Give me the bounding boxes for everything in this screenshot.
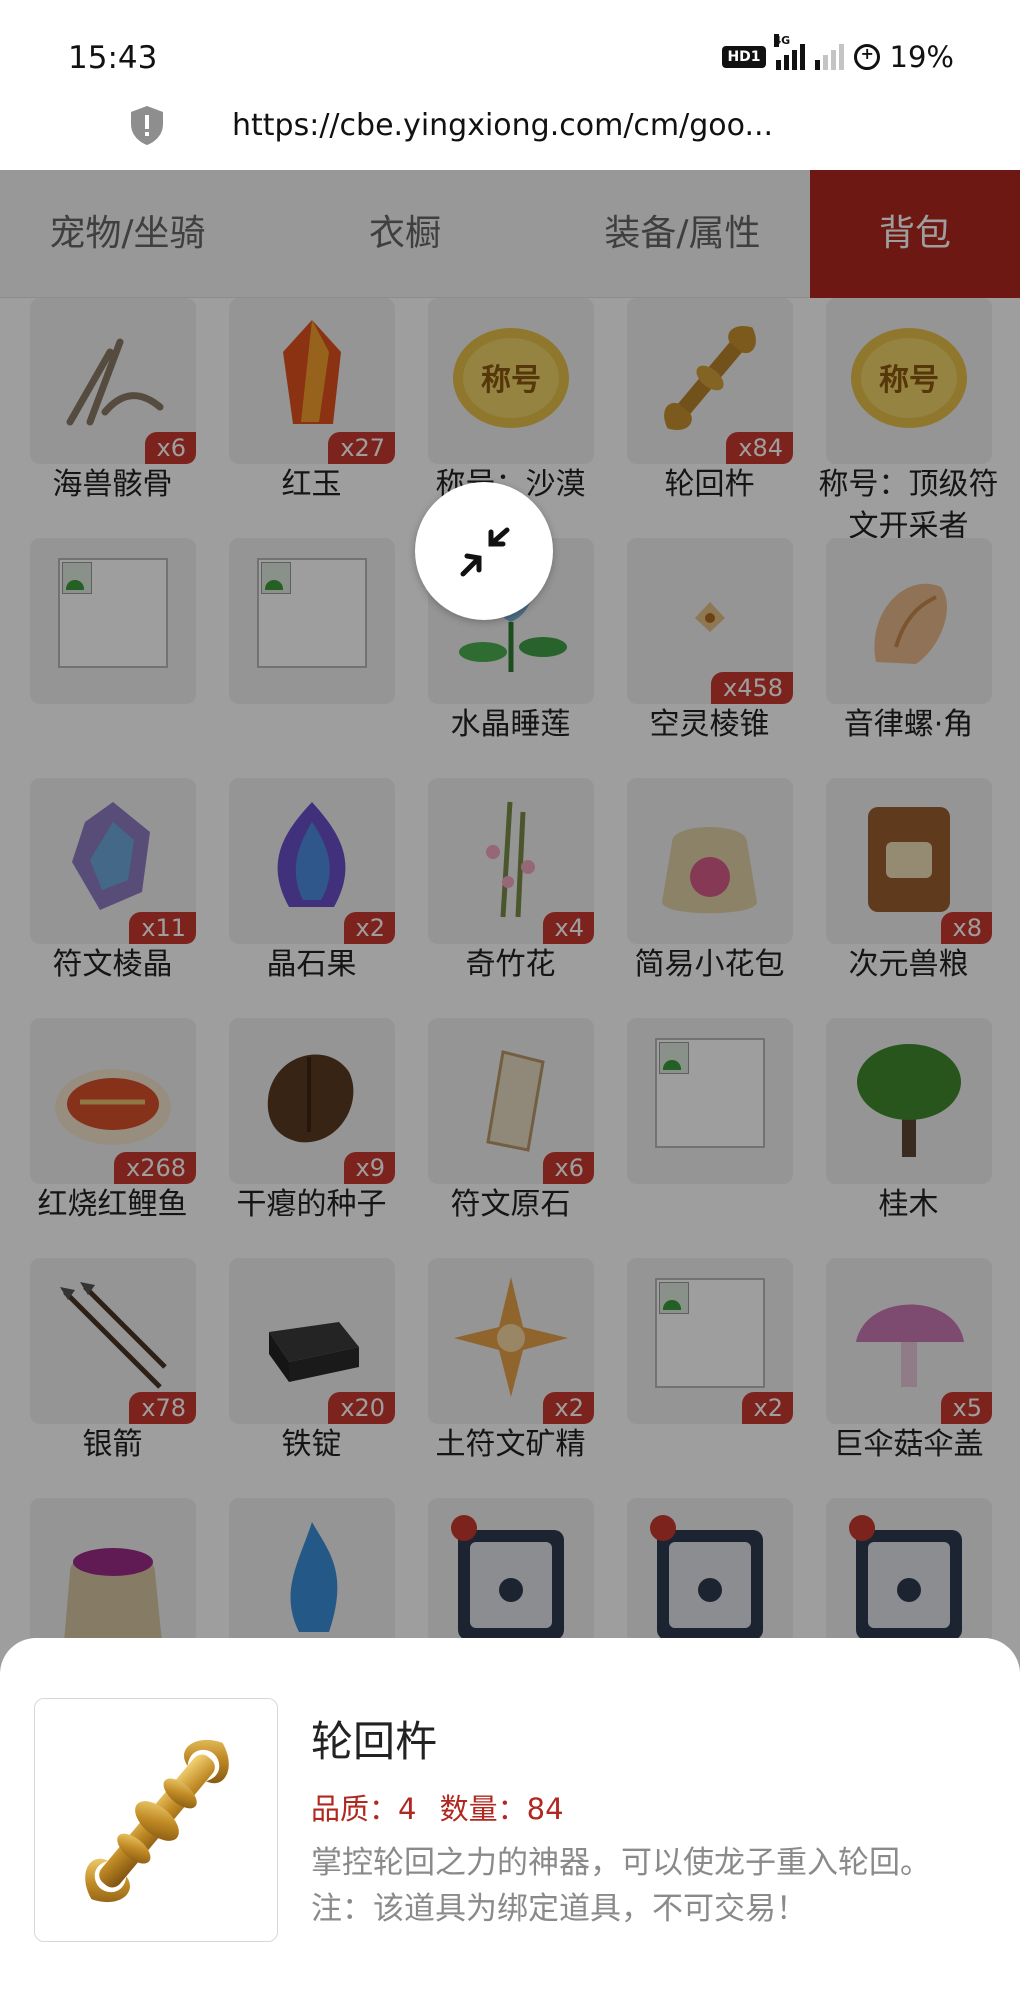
collapse-arrows-icon [460, 527, 510, 577]
golden-vajra-icon [85, 1739, 229, 1903]
item-quantity: 数量：84 [439, 1792, 564, 1826]
item-detail-meta: 品质：4 数量：84 [311, 1786, 578, 1828]
battery-saver-icon [853, 44, 880, 70]
url-bar[interactable]: https://cbe.yingxiong.com/cm/goo... [0, 96, 1020, 170]
signal-secondary-icon [814, 44, 844, 70]
collapse-button[interactable] [415, 482, 553, 620]
signal-icon: 4G [773, 34, 805, 70]
item-detail-sheet: 轮回杵 品质：4 数量：84 掌控轮回之力的神器，可以使龙子重入轮回。注：该道具… [0, 1638, 1020, 2002]
item-quality: 品质：4 [311, 1792, 417, 1826]
item-detail-description: 掌控轮回之力的神器，可以使龙子重入轮回。注：该道具为绑定道具，不可交易！ [311, 1845, 931, 1927]
item-detail-image [34, 1698, 278, 1942]
status-icons: HD1 4G 19% [722, 34, 954, 74]
item-detail-title: 轮回杵 [311, 1717, 438, 1766]
url-text[interactable]: https://cbe.yingxiong.com/cm/goo... [232, 108, 773, 143]
status-time: 15:43 [68, 40, 158, 76]
battery-percent: 19% [889, 40, 954, 74]
hd-voice-icon: HD1 [722, 46, 766, 68]
security-shield-icon[interactable] [128, 104, 166, 146]
